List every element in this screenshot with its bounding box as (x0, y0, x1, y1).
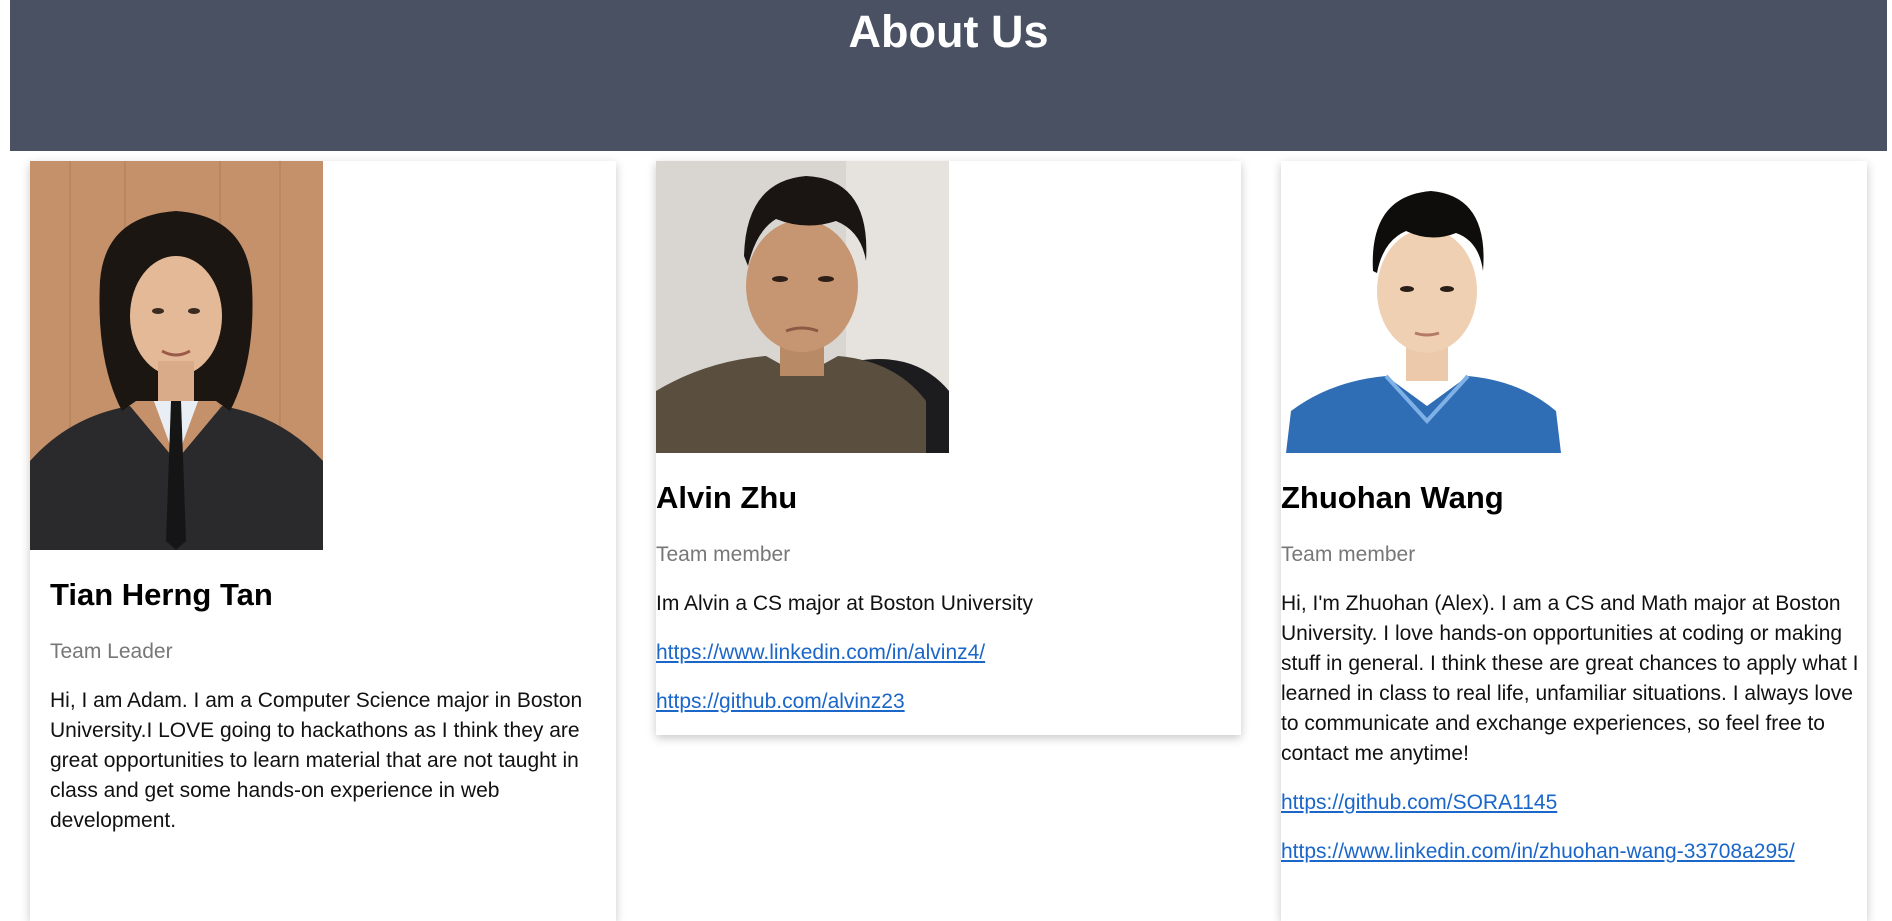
team-card-zhuohan: Zhuohan Wang Team member Hi, I'm Zhuohan… (1281, 161, 1867, 921)
member-name: Alvin Zhu (656, 480, 798, 515)
member-bio: Im Alvin a CS major at Boston University (656, 592, 1033, 615)
github-link[interactable]: https://github.com/SORA1145 (1281, 788, 1867, 818)
linkedin-link[interactable]: https://www.linkedin.com/in/zhuohan-wang… (1281, 837, 1867, 867)
profile-photo-tian (30, 161, 323, 550)
linkedin-link[interactable]: https://www.linkedin.com/in/alvinz4/ (656, 638, 1241, 668)
profile-photo-zhuohan (1281, 161, 1574, 453)
member-role: Team member (656, 543, 791, 566)
member-role: Team Leader (50, 640, 173, 663)
team-card-alvin: Alvin Zhu Team member Im Alvin a CS majo… (656, 161, 1241, 735)
profile-photo-alvin (656, 161, 949, 453)
card-body-tian: Tian Herng Tan Team Leader Hi, I am Adam… (50, 576, 596, 836)
member-role: Team member (1281, 543, 1416, 566)
card-body-alvin: Alvin Zhu Team member Im Alvin a CS majo… (656, 479, 1241, 717)
team-card-tian: Tian Herng Tan Team Leader Hi, I am Adam… (30, 161, 616, 921)
member-bio: Hi, I'm Zhuohan (Alex). I am a CS and Ma… (1281, 592, 1859, 765)
member-name: Zhuohan Wang (1281, 480, 1504, 515)
member-name: Tian Herng Tan (50, 577, 273, 612)
member-bio: Hi, I am Adam. I am a Computer Science m… (50, 689, 583, 832)
card-body-zhuohan: Zhuohan Wang Team member Hi, I'm Zhuohan… (1281, 479, 1867, 867)
page-title: About Us (848, 6, 1049, 57)
page-header: About Us (10, 0, 1887, 151)
github-link[interactable]: https://github.com/alvinz23 (656, 687, 1241, 717)
